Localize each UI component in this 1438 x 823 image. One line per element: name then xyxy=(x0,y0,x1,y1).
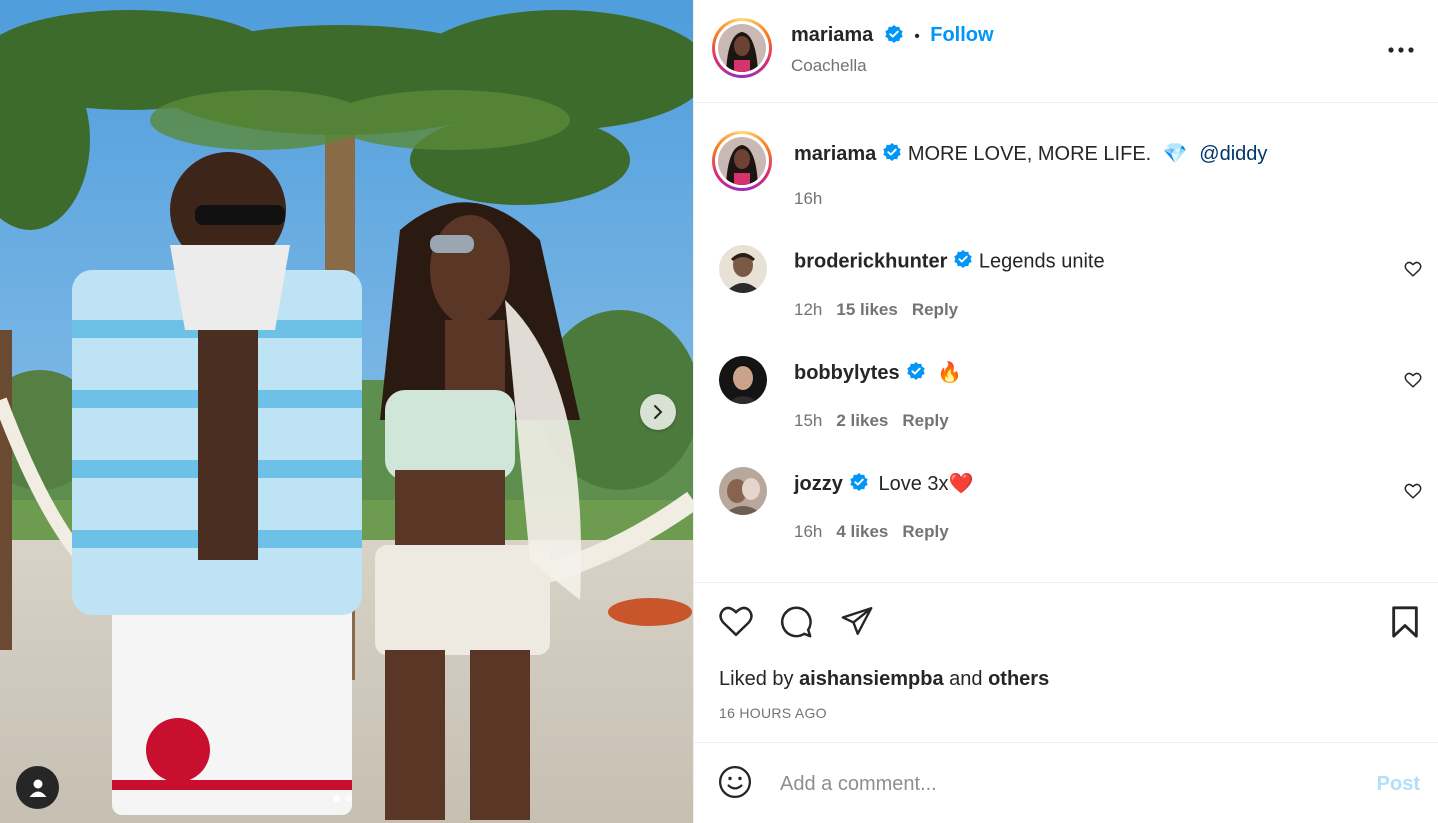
bookmark-icon xyxy=(1392,606,1418,638)
header-user-line: mariama • Follow xyxy=(791,24,994,49)
comment-text: Legends unite xyxy=(978,250,1105,273)
verified-badge-icon xyxy=(849,472,869,498)
caption-time[interactable]: 16h xyxy=(794,189,822,209)
liked-by-user-link[interactable]: aishansiempba xyxy=(799,668,944,690)
carousel-dot xyxy=(345,795,352,802)
comment-text: Love 3x❤️ xyxy=(878,473,974,495)
comments-list[interactable]: mariama MORE LOVE, MORE LIFE. 💎 @diddy 1… xyxy=(694,103,1438,583)
post-comment-button[interactable]: Post xyxy=(1377,773,1420,796)
carousel-dot-active xyxy=(333,795,340,802)
follow-button[interactable]: Follow xyxy=(930,24,993,46)
reply-button[interactable]: Reply xyxy=(902,411,948,430)
post-header: mariama • Follow Coachella xyxy=(694,0,1438,103)
carousel-indicator xyxy=(333,795,352,802)
user-icon xyxy=(29,779,46,797)
send-icon xyxy=(841,607,873,635)
caption-story-ring[interactable] xyxy=(712,131,772,191)
comment-input[interactable] xyxy=(778,763,1342,805)
share-button[interactable] xyxy=(840,605,874,642)
comment-meta: 15h 2 likes Reply xyxy=(794,411,949,431)
emoji-button[interactable] xyxy=(718,765,752,804)
comment-text-line: jozzy Love 3x❤️ xyxy=(794,471,973,498)
verified-badge-icon xyxy=(884,24,904,49)
add-comment-bar: Post xyxy=(694,743,1438,823)
post-location[interactable]: Coachella xyxy=(791,56,867,76)
comment-likes[interactable]: 4 likes xyxy=(836,522,888,541)
heart-icon xyxy=(1404,483,1422,499)
next-slide-button[interactable] xyxy=(640,394,676,430)
comment-username[interactable]: broderickhunter xyxy=(794,250,947,272)
header-username[interactable]: mariama xyxy=(791,24,873,46)
caption-text-line: mariama MORE LOVE, MORE LIFE. 💎 @diddy xyxy=(794,141,1267,168)
save-button[interactable] xyxy=(1390,605,1420,644)
comment-meta: 12h 15 likes Reply xyxy=(794,300,958,320)
comment-avatar[interactable] xyxy=(719,245,767,293)
caption-avatar xyxy=(718,137,766,185)
comment-likes[interactable]: 15 likes xyxy=(836,300,897,319)
smiley-icon xyxy=(718,765,752,799)
comment-text: 🔥 xyxy=(937,362,963,384)
comment-avatar[interactable] xyxy=(719,356,767,404)
story-ring[interactable] xyxy=(712,18,772,78)
like-button[interactable] xyxy=(718,605,754,642)
comment-username[interactable]: bobbylytes xyxy=(794,362,900,384)
tagged-users-button[interactable] xyxy=(16,766,59,809)
heart-icon xyxy=(1404,261,1422,277)
chevron-right-icon xyxy=(654,405,663,419)
comment-time[interactable]: 15h xyxy=(794,411,822,430)
avatar xyxy=(718,24,766,72)
comment-icon xyxy=(780,606,812,638)
comment-time[interactable]: 16h xyxy=(794,522,822,541)
reply-button[interactable]: Reply xyxy=(912,300,958,319)
verified-badge-icon xyxy=(906,361,926,387)
like-comment-button[interactable] xyxy=(1404,483,1422,504)
post-photo[interactable] xyxy=(0,0,693,823)
reply-button[interactable]: Reply xyxy=(902,522,948,541)
comment-button[interactable] xyxy=(779,605,813,644)
gem-emoji: 💎 xyxy=(1162,143,1188,165)
liked-by-others-link[interactable]: others xyxy=(988,668,1049,690)
photo-scene xyxy=(0,0,693,823)
heart-icon xyxy=(719,606,753,637)
post-dialog: mariama • Follow Coachella mariama MORE … xyxy=(0,0,1438,823)
more-options-button[interactable] xyxy=(1388,38,1414,67)
caption-username[interactable]: mariama xyxy=(794,143,876,165)
comment-avatar[interactable] xyxy=(719,467,767,515)
post-timestamp[interactable]: 16 HOURS AGO xyxy=(719,705,827,721)
like-comment-button[interactable] xyxy=(1404,261,1422,282)
post-actions: Liked by aishansiempba and others 16 HOU… xyxy=(694,583,1438,743)
liked-by-prefix: Liked by xyxy=(719,668,794,690)
caption-mention-link[interactable]: @diddy xyxy=(1199,143,1267,165)
liked-by-and: and xyxy=(949,668,983,690)
comment-time[interactable]: 12h xyxy=(794,300,822,319)
verified-badge-icon xyxy=(882,142,902,168)
comment-username[interactable]: jozzy xyxy=(794,473,843,495)
liked-by-line: Liked by aishansiempba and others xyxy=(719,668,1049,691)
verified-badge-icon xyxy=(953,249,973,275)
caption-text: MORE LOVE, MORE LIFE. xyxy=(907,143,1152,165)
post-side-panel: mariama • Follow Coachella mariama MORE … xyxy=(693,0,1438,823)
header-separator: • xyxy=(914,28,920,45)
heart-icon xyxy=(1404,372,1422,388)
more-horizontal-icon xyxy=(1388,47,1414,53)
comment-text-line: broderickhunter Legends unite xyxy=(794,249,1105,275)
comment-text-line: bobbylytes 🔥 xyxy=(794,360,962,387)
comment-meta: 16h 4 likes Reply xyxy=(794,522,949,542)
like-comment-button[interactable] xyxy=(1404,372,1422,393)
comment-likes[interactable]: 2 likes xyxy=(836,411,888,430)
